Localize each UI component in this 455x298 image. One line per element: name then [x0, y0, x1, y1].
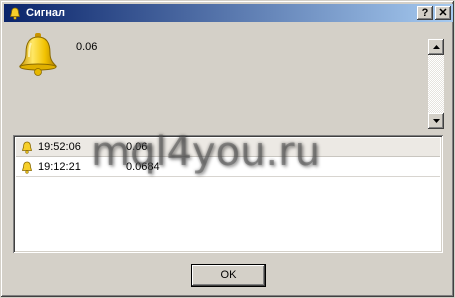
signal-dialog: Сигнал ? ✕ 0.06 19:52:06 0.06 19:12:21 0… — [0, 0, 455, 298]
scroll-down-button[interactable] — [428, 113, 444, 129]
list-item-time: 19:12:21 — [38, 161, 81, 173]
help-button[interactable]: ? — [417, 6, 433, 20]
ok-button[interactable]: OK — [191, 264, 266, 287]
message-scrollbar[interactable] — [428, 39, 444, 129]
scroll-up-button[interactable] — [428, 39, 444, 55]
list-item[interactable]: 19:52:06 0.06 — [16, 138, 440, 157]
arrow-up-icon — [432, 45, 440, 49]
list-item-value: 0.0684 — [126, 161, 160, 173]
alert-bell-icon — [15, 31, 61, 77]
arrow-down-icon — [432, 119, 440, 123]
list-item-value: 0.06 — [126, 141, 148, 153]
signal-history-list[interactable]: 19:52:06 0.06 19:12:21 0.0684 — [13, 135, 443, 253]
window-title: Сигнал — [26, 7, 66, 19]
list-item[interactable]: 19:12:21 0.0684 — [16, 158, 440, 177]
bell-icon — [19, 139, 35, 155]
signal-value: 0.06 — [76, 41, 98, 53]
title-bar[interactable]: Сигнал ? ✕ — [4, 4, 453, 22]
list-item-time: 19:52:06 — [38, 141, 81, 153]
bell-icon — [7, 5, 23, 21]
close-button[interactable]: ✕ — [435, 6, 451, 20]
bell-icon — [19, 159, 35, 175]
